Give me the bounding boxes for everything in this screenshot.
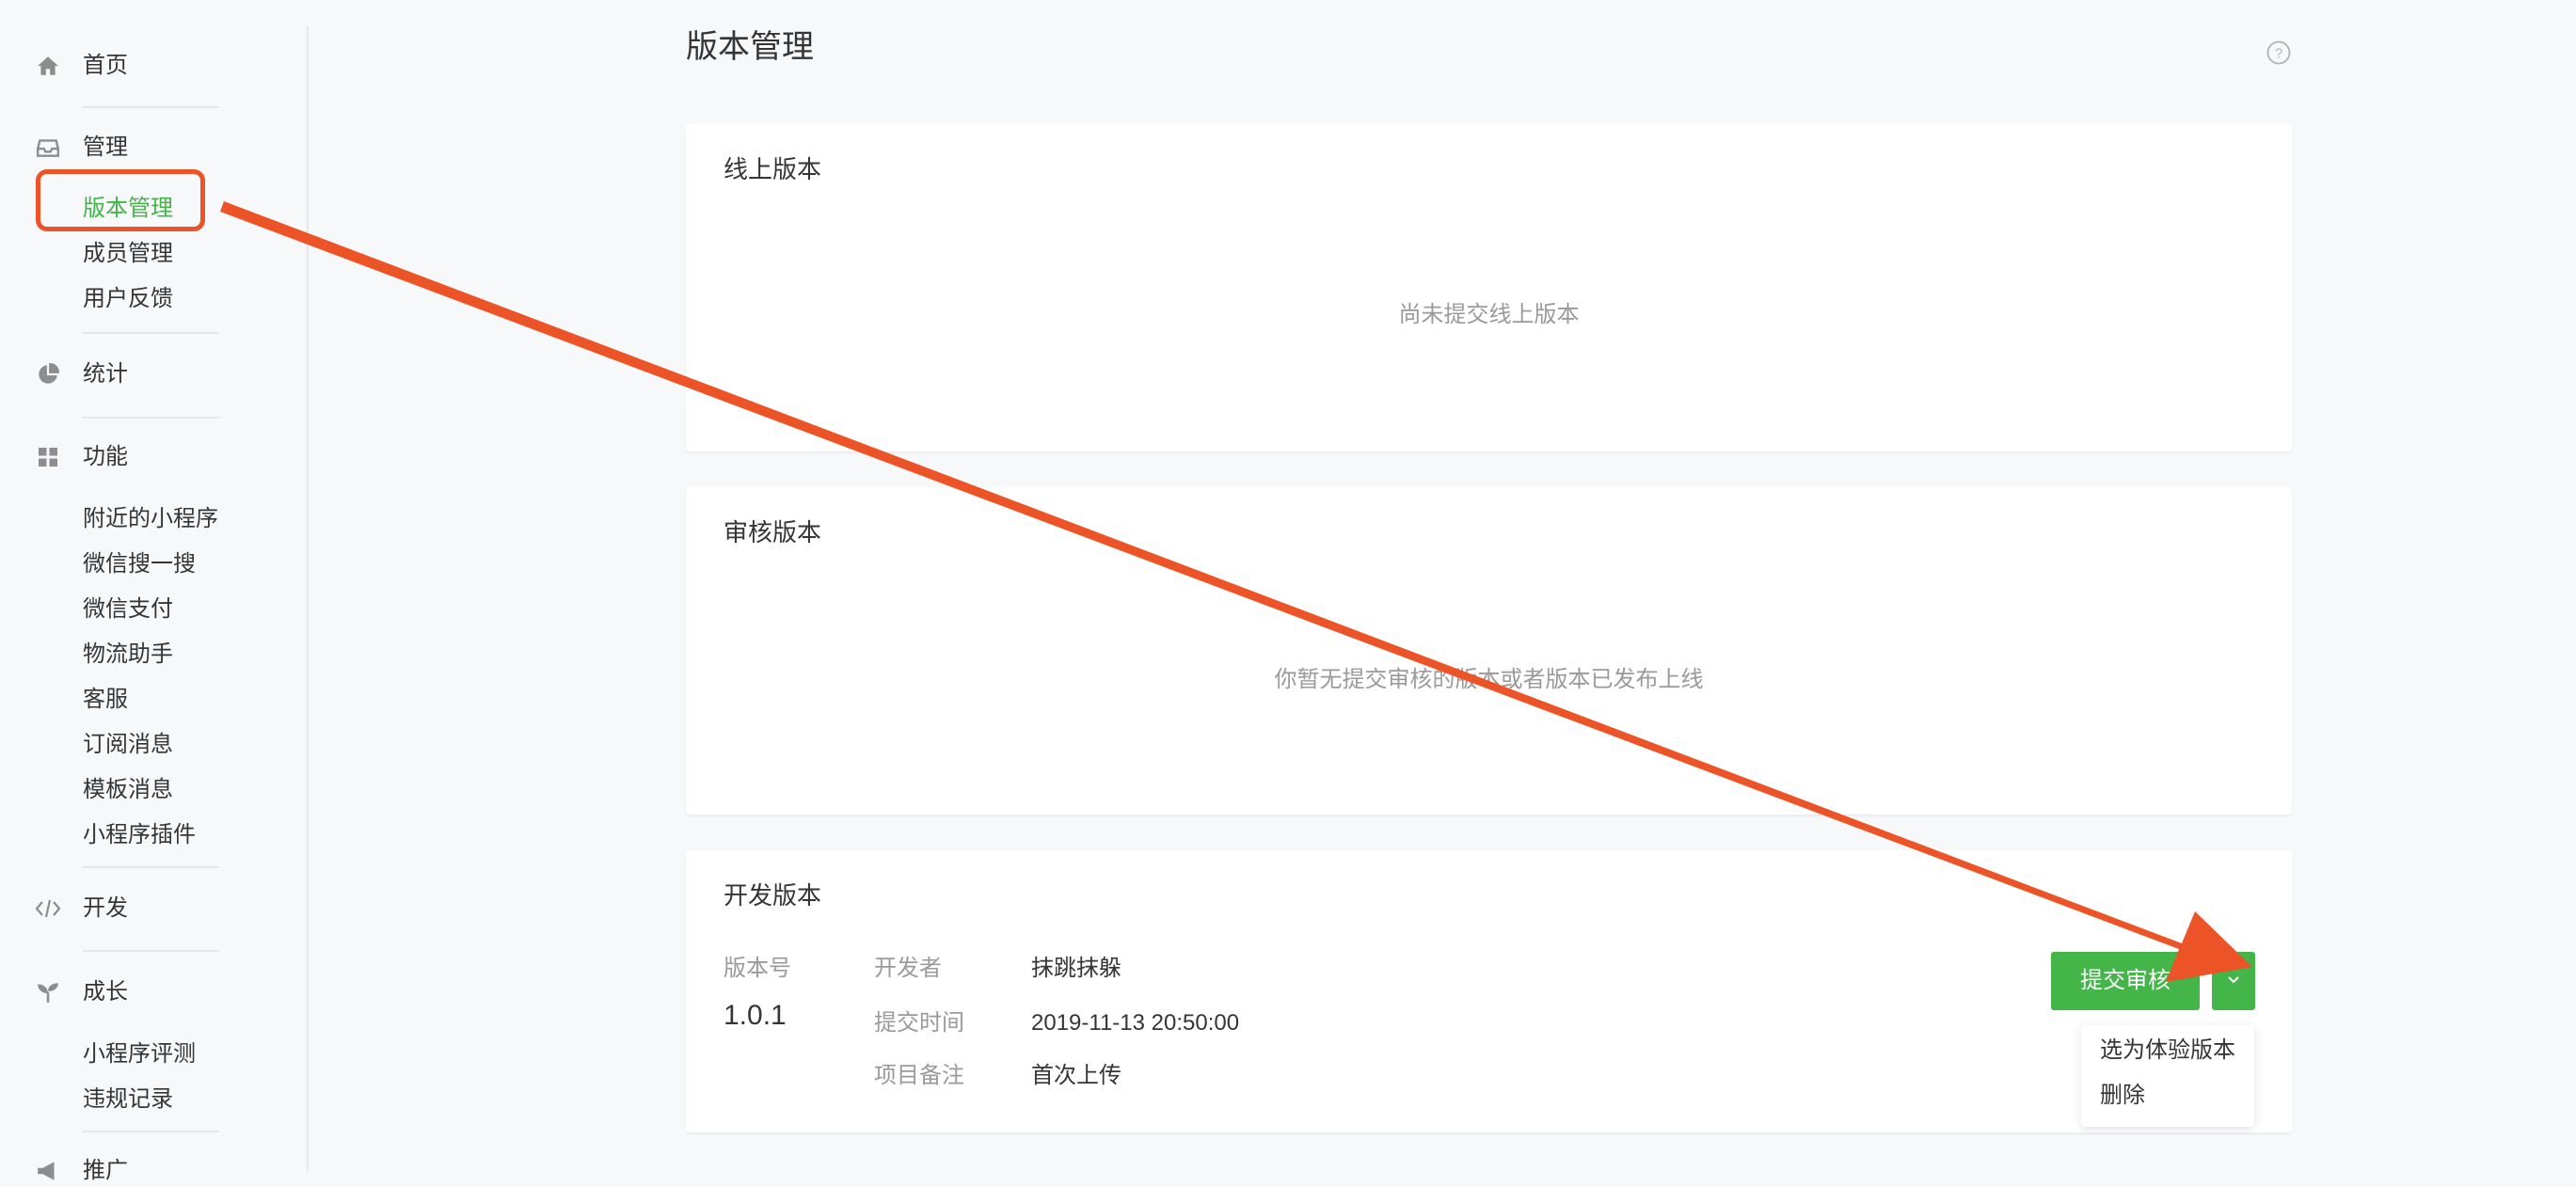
nav-promote-label: 推广 (83, 1158, 128, 1183)
sidebar-item-template-messages[interactable]: 模板消息 (83, 774, 173, 806)
nav-stats[interactable]: 统计 (34, 358, 128, 390)
chevron-down-icon (2227, 973, 2240, 989)
sidebar-item-wechat-search[interactable]: 微信搜一搜 (83, 548, 196, 580)
submit-time-label: 提交时间 (874, 1010, 964, 1036)
help-icon[interactable]: ? (2266, 40, 2291, 65)
sidebar-item-violations[interactable]: 违规记录 (83, 1084, 173, 1116)
sidebar-item-member-management[interactable]: 成员管理 (83, 238, 173, 270)
review-version-title: 审核版本 (724, 518, 822, 546)
developer-value: 抹跳抹躲 (1031, 956, 1121, 981)
page-title: 版本管理 (686, 29, 814, 65)
menu-item-delete[interactable]: 删除 (2100, 1080, 2145, 1112)
sidebar-item-logistics[interactable]: 物流助手 (83, 639, 173, 671)
sidebar-item-subscription-messages[interactable]: 订阅消息 (83, 729, 173, 761)
sidebar-item-evaluation[interactable]: 小程序评测 (83, 1038, 196, 1070)
nav-manage-label: 管理 (83, 135, 128, 160)
inbox-icon (34, 134, 62, 162)
megaphone-icon (34, 1157, 62, 1185)
nav-manage[interactable]: 管理 (34, 132, 128, 164)
sidebar-item-nearby-mini-programs[interactable]: 附近的小程序 (83, 503, 218, 535)
nav-features[interactable]: 功能 (34, 441, 128, 473)
nav-home-label: 首页 (83, 53, 128, 78)
version-number: 1.0.1 (724, 1000, 787, 1031)
online-version-card: 线上版本 尚未提交线上版本 (686, 124, 2292, 451)
divider (83, 417, 219, 419)
sidebar-item-customer-service[interactable]: 客服 (83, 684, 128, 716)
more-actions-dropdown: 选为体验版本 删除 (2081, 1025, 2254, 1127)
sprout-icon (34, 978, 62, 1006)
nav-growth[interactable]: 成长 (34, 976, 128, 1008)
divider (83, 950, 219, 952)
annotation-highlight-box (36, 169, 205, 231)
online-version-title: 线上版本 (724, 155, 822, 183)
online-version-empty: 尚未提交线上版本 (1398, 302, 1580, 327)
divider (83, 866, 219, 868)
divider (83, 1131, 219, 1132)
nav-stats-label: 统计 (83, 361, 128, 387)
version-number-label: 版本号 (724, 956, 791, 981)
divider (83, 106, 219, 108)
nav-home[interactable]: 首页 (34, 50, 128, 82)
sidebar-item-user-feedback[interactable]: 用户反馈 (83, 283, 173, 315)
more-actions-button[interactable] (2212, 952, 2255, 1010)
nav-promote[interactable]: 推广 (34, 1155, 128, 1187)
dev-version-title: 开发版本 (724, 881, 822, 910)
nav-growth-label: 成长 (83, 979, 128, 1005)
project-note-label: 项目备注 (874, 1063, 964, 1088)
sidebar-border (307, 26, 309, 1172)
code-icon (34, 894, 62, 923)
nav-develop-label: 开发 (83, 895, 128, 921)
nav-features-label: 功能 (83, 444, 128, 469)
sidebar-item-wechat-pay[interactable]: 微信支付 (83, 594, 173, 625)
submit-time-value: 2019-11-13 20:50:00 (1031, 1010, 1240, 1036)
menu-item-set-experience-version[interactable]: 选为体验版本 (2100, 1035, 2235, 1067)
divider (83, 332, 219, 334)
svg-text:?: ? (2275, 46, 2282, 62)
grid-icon (34, 443, 62, 471)
submit-review-button[interactable]: 提交审核 (2051, 952, 2200, 1010)
sidebar-item-plugins[interactable]: 小程序插件 (83, 819, 196, 851)
dev-version-card: 开发版本 版本号 1.0.1 开发者 抹跳抹躲 提交时间 2019-11-13 … (686, 850, 2292, 1132)
review-version-empty: 你暂无提交审核的版本或者版本已发布上线 (1274, 667, 1704, 692)
pie-chart-icon (34, 360, 62, 388)
developer-label: 开发者 (874, 956, 942, 981)
review-version-card: 审核版本 你暂无提交审核的版本或者版本已发布上线 (686, 487, 2292, 815)
project-note-value: 首次上传 (1031, 1063, 1121, 1088)
nav-develop[interactable]: 开发 (34, 893, 128, 925)
home-icon (34, 52, 62, 80)
